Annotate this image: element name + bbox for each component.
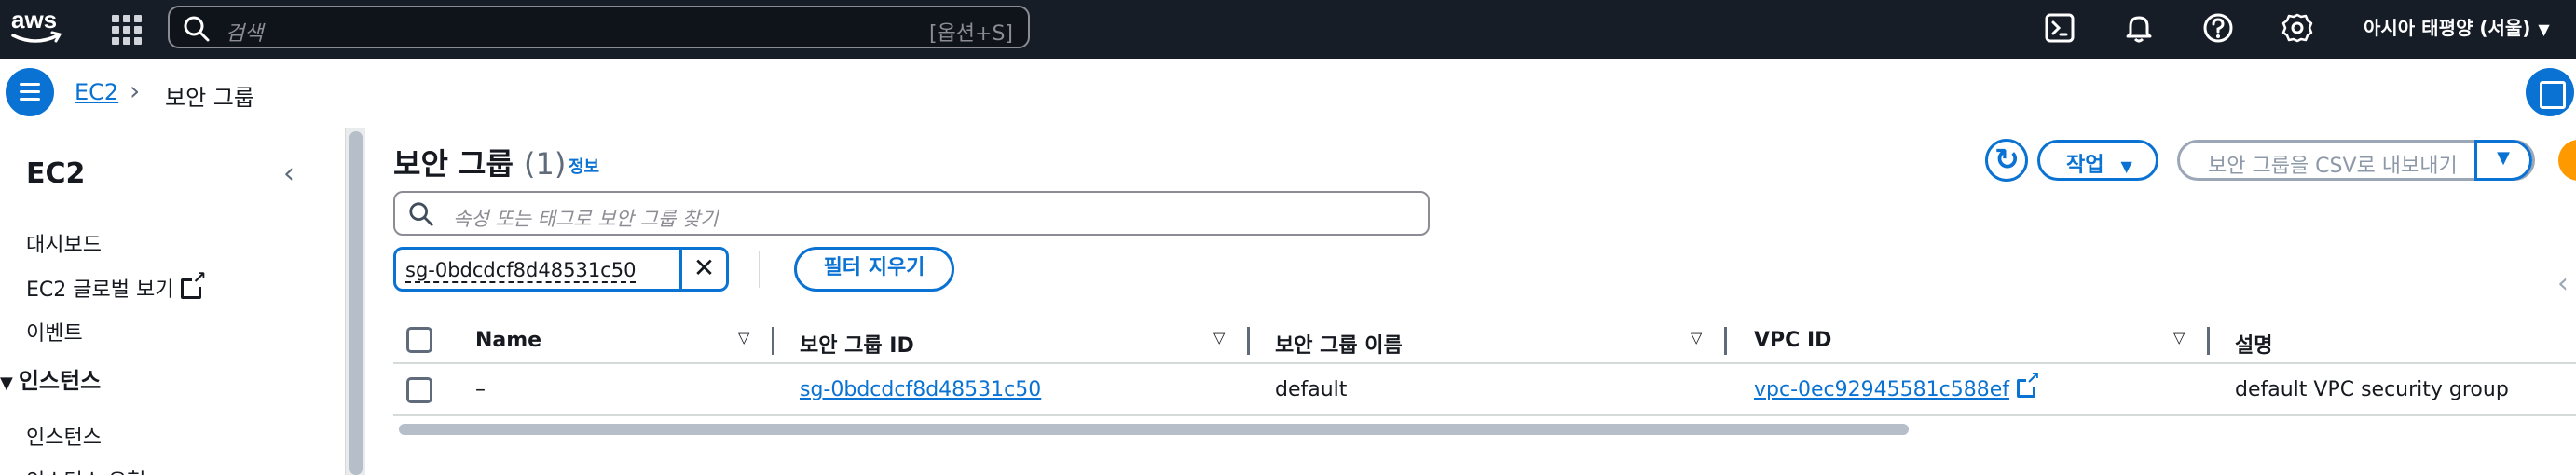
sidebar-title: EC2	[26, 157, 86, 190]
search-shortcut-hint: [옵션+S]	[928, 22, 1013, 46]
actions-dropdown-button[interactable]: 작업 ▼	[2037, 140, 2158, 181]
sidebar-scrollbar[interactable]	[345, 128, 365, 475]
sort-icon[interactable]: ▽	[2173, 329, 2185, 346]
sort-icon[interactable]: ▽	[738, 329, 749, 346]
cell-name: –	[475, 378, 486, 401]
sort-icon[interactable]: ▽	[1213, 329, 1225, 346]
bell-icon[interactable]	[2122, 11, 2156, 45]
sidebar-item-instances[interactable]: 인스턴스	[26, 421, 102, 451]
region-selector[interactable]: 아시아 태평양 (서울) ▼	[2364, 13, 2550, 40]
column-divider[interactable]	[1247, 327, 1250, 355]
close-icon[interactable]: ✕	[679, 250, 726, 289]
search-icon	[409, 202, 433, 226]
table-row[interactable]: – sg-0bdcdcf8d48531c50 default vpc-0ec92…	[393, 364, 2576, 416]
caret-down-icon: ▼	[2538, 20, 2550, 38]
export-csv-button[interactable]: 보안 그룹을 CSV로 내보내기 ▼	[2177, 140, 2535, 181]
horizontal-scrollbar[interactable]	[399, 424, 1909, 435]
column-divider[interactable]	[772, 327, 774, 355]
export-dropdown-caret-icon[interactable]: ▼	[2474, 140, 2532, 181]
page-title-count: (1)	[524, 146, 567, 182]
column-header-sg-id[interactable]: 보안 그룹 ID	[800, 329, 914, 359]
side-navigation-toggle-button[interactable]	[6, 68, 54, 116]
vpc-id-link[interactable]: vpc-0ec92945581c588ef	[1754, 378, 2009, 401]
hamburger-icon	[20, 83, 40, 86]
caret-down-icon: ▼	[0, 373, 13, 393]
svg-text:aws: aws	[11, 6, 57, 34]
gear-icon[interactable]	[2281, 11, 2314, 45]
column-header-name[interactable]: Name	[475, 329, 541, 352]
sidebar-item-events[interactable]: 이벤트	[26, 317, 83, 346]
cell-sg-id-link[interactable]: sg-0bdcdcf8d48531c50	[800, 378, 1041, 401]
help-icon[interactable]	[2201, 11, 2235, 45]
sidebar-section-instances[interactable]: ▼ 인스턴스	[0, 362, 101, 395]
cloudshell-icon[interactable]	[2043, 11, 2076, 45]
cell-description: default VPC security group	[2235, 378, 2509, 401]
select-all-checkbox[interactable]	[406, 327, 432, 353]
tools-panel-button[interactable]	[2526, 68, 2574, 116]
table-header: Name ▽ 보안 그룹 ID ▽ 보안 그룹 이름 ▽ VPC ID ▽ 설명	[393, 314, 2576, 364]
external-link-icon	[181, 270, 207, 299]
column-header-sg-name[interactable]: 보안 그룹 이름	[1275, 329, 1403, 359]
services-grid-icon[interactable]	[110, 13, 142, 45]
collapse-sidebar-icon[interactable]: ‹	[283, 157, 295, 190]
column-divider[interactable]	[1724, 327, 1727, 355]
clear-filters-button[interactable]: 필터 지우기	[794, 247, 954, 292]
sidebar-item-label: EC2 글로벌 보기	[26, 278, 174, 302]
chevron-right-icon: ›	[130, 75, 141, 106]
aws-logo[interactable]: aws	[7, 6, 65, 50]
row-checkbox[interactable]	[406, 377, 432, 403]
caret-down-icon: ▼	[2120, 157, 2132, 175]
property-filter-input[interactable]: 속성 또는 태그로 보안 그룹 찾기	[393, 191, 1430, 236]
sidebar-item-dashboard[interactable]: 대시보드	[26, 228, 102, 258]
sidebar-item-instance-types[interactable]: 인스턴스 유형	[26, 465, 145, 475]
divider	[759, 251, 760, 288]
external-link-icon	[2017, 371, 2041, 398]
create-button[interactable]	[2558, 140, 2576, 181]
breadcrumb-ec2-link[interactable]: EC2	[75, 79, 118, 105]
sort-icon[interactable]: ▽	[1691, 329, 1702, 346]
export-label: 보안 그룹을 CSV로 내보내기	[2208, 155, 2458, 178]
region-label: 아시아 태평양 (서울)	[2364, 17, 2531, 39]
breadcrumb-bar: EC2 › 보안 그룹	[0, 59, 2576, 128]
filter-token-text[interactable]: sg-0bdcdcf8d48531c50	[405, 259, 637, 283]
top-navigation: aws 검색 [옵션+S] 아시아 태평양 (서울) ▼	[0, 0, 2576, 59]
column-divider[interactable]	[2207, 327, 2210, 355]
filter-token[interactable]: sg-0bdcdcf8d48531c50 ✕	[393, 247, 729, 292]
main-content: 보안 그룹 (1) 정보 작업 ▼ 보안 그룹을 CSV로 내보내기 ▼ 속성 또…	[365, 128, 2576, 475]
sidebar-item-global-view[interactable]: EC2 글로벌 보기	[26, 270, 207, 303]
cell-sg-name: default	[1275, 378, 1348, 401]
column-header-description[interactable]: 설명	[2235, 329, 2272, 359]
sidebar: EC2 ‹ 대시보드 EC2 글로벌 보기 이벤트 ▼인스턴스 인스턴스 인스턴…	[0, 128, 341, 475]
refresh-button[interactable]	[1985, 139, 2028, 182]
global-search-input[interactable]: 검색 [옵션+S]	[168, 6, 1030, 48]
cell-vpc-id[interactable]: vpc-0ec92945581c588ef	[1754, 371, 2041, 401]
chevron-left-icon[interactable]: ‹	[2557, 267, 2569, 300]
search-icon	[184, 16, 210, 42]
info-link[interactable]: 정보	[569, 154, 599, 178]
actions-label: 작업	[2066, 154, 2104, 177]
column-header-vpc-id[interactable]: VPC ID	[1754, 329, 1831, 352]
filter-placeholder: 속성 또는 태그로 보안 그룹 찾기	[453, 208, 719, 230]
section-label: 인스턴스	[18, 368, 102, 394]
page-title-text: 보안 그룹	[393, 146, 514, 182]
search-placeholder: 검색	[226, 22, 264, 46]
page-title: 보안 그룹 (1)	[393, 141, 566, 183]
breadcrumb-current: 보안 그룹	[165, 85, 254, 111]
